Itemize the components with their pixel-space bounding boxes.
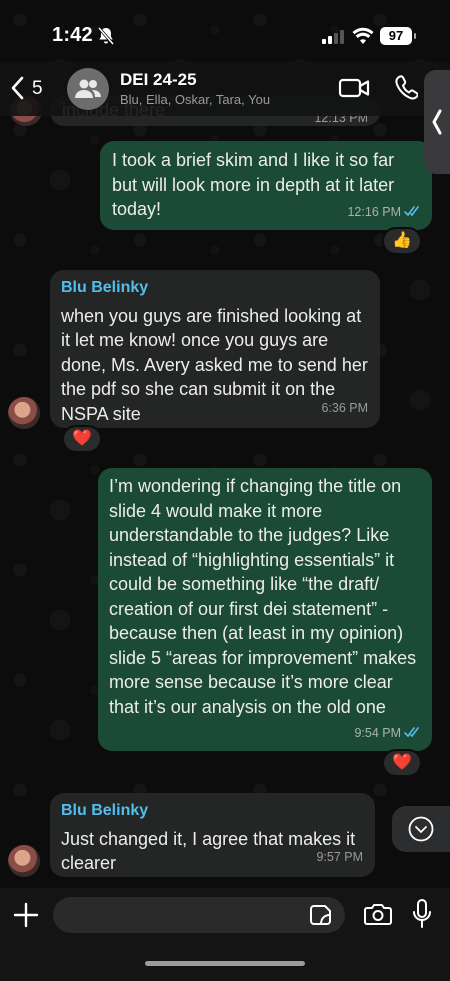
reaction-badge[interactable]: 👍 <box>382 227 422 255</box>
message-bubble-incoming[interactable]: Blu Belinky when you guys are finished l… <box>50 270 380 428</box>
avatar[interactable] <box>8 397 40 429</box>
scroll-to-bottom-button[interactable] <box>392 806 450 852</box>
chat-title[interactable]: DEI 24-25 <box>120 70 197 90</box>
plus-icon[interactable] <box>13 902 39 928</box>
back-chevron-icon[interactable] <box>10 76 24 100</box>
message-input[interactable] <box>53 897 345 933</box>
chat-header: 5 DEI 24-25 Blu, Ella, Oskar, Tara, You <box>0 62 450 116</box>
chevron-down-icon <box>408 816 434 842</box>
read-receipt-icon <box>404 206 419 217</box>
group-avatar[interactable] <box>67 68 109 110</box>
status-time: 1:42 <box>52 24 93 46</box>
message-time: 9:57 PM <box>316 849 363 864</box>
signal-icon <box>322 30 344 44</box>
chevron-left-icon <box>432 109 442 135</box>
message-bubble-outgoing[interactable]: I took a brief skim and I like it so far… <box>100 141 432 230</box>
microphone-icon[interactable] <box>412 899 432 929</box>
reaction-badge[interactable]: ❤️ <box>382 749 422 777</box>
avatar[interactable] <box>8 845 40 877</box>
side-panel-tab[interactable] <box>424 70 450 174</box>
sticker-icon[interactable] <box>310 904 332 926</box>
message-bubble-outgoing[interactable]: I’m wondering if changing the title on s… <box>98 468 432 751</box>
message-time: 12:16 PM <box>347 204 401 219</box>
unread-count[interactable]: 5 <box>32 78 43 100</box>
message-meta: 12:16 PM <box>347 200 422 225</box>
message-time: 9:54 PM <box>354 725 401 740</box>
message-time: 6:36 PM <box>321 400 368 415</box>
group-avatar-icon <box>75 79 101 98</box>
sender-name[interactable]: Blu Belinky <box>61 276 368 301</box>
reaction-badge[interactable]: ❤️ <box>62 425 102 453</box>
bell-slash-icon <box>97 27 115 45</box>
read-receipt-icon <box>404 727 419 738</box>
wifi-icon <box>352 27 374 44</box>
message-meta: 9:54 PM <box>354 721 422 746</box>
video-call-icon[interactable] <box>338 76 370 100</box>
battery-indicator: 97 <box>380 27 416 45</box>
home-indicator <box>145 961 305 966</box>
message-composer <box>0 888 450 981</box>
sender-name[interactable]: Blu Belinky <box>61 799 363 824</box>
camera-icon[interactable] <box>364 902 392 926</box>
message-text: I’m wondering if changing the title on s… <box>109 476 417 717</box>
phone-icon[interactable] <box>394 74 418 102</box>
status-bar: 1:42 97 <box>0 0 450 62</box>
message-bubble-incoming[interactable]: Blu Belinky Just changed it, I agree tha… <box>50 793 375 877</box>
chat-participants[interactable]: Blu, Ella, Oskar, Tara, You <box>120 92 270 107</box>
